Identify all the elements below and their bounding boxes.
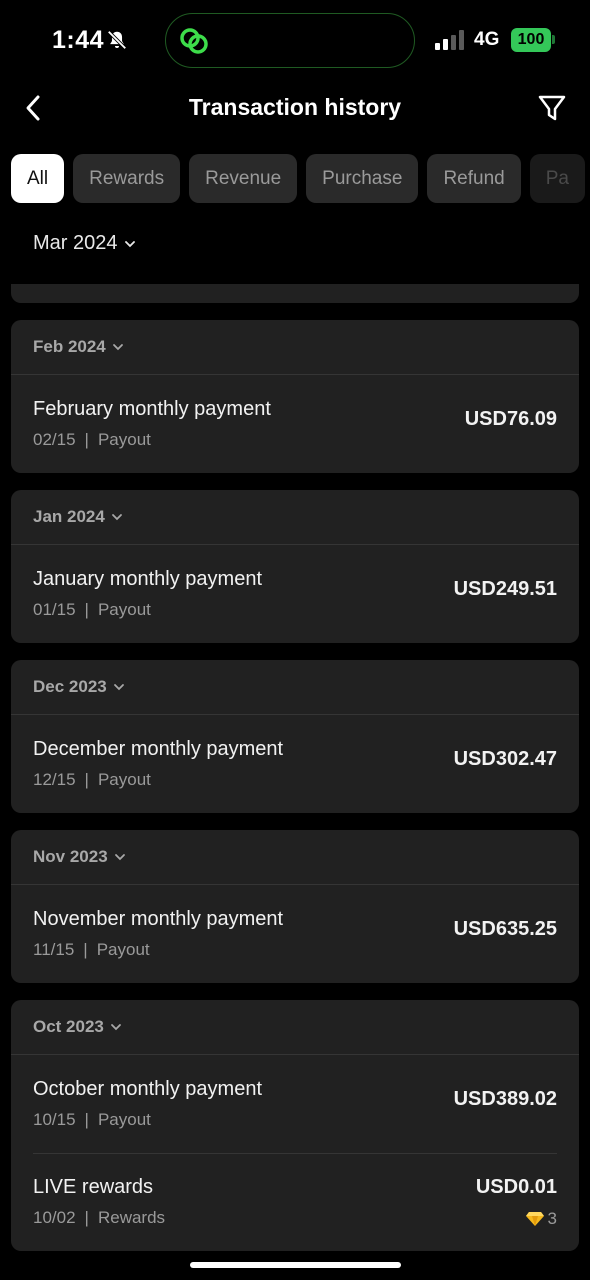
month-group-label: Oct 2023 (33, 1017, 104, 1036)
transaction-type: Payout (97, 770, 151, 789)
transaction-amount: USD635.25 (453, 918, 557, 940)
month-group: Nov 2023 November monthly payment 11/15 |… (11, 830, 579, 983)
chevron-down-icon (113, 684, 124, 691)
transaction-type: Payout (97, 430, 151, 449)
transaction-list: Feb 2024 February monthly payment 02/15 |… (11, 284, 579, 1280)
chevron-down-icon (124, 240, 135, 247)
chevron-down-icon (111, 514, 122, 521)
meta-separator: | (83, 940, 88, 959)
transaction-amount: USD302.47 (453, 748, 557, 770)
bell-off-icon (107, 30, 127, 50)
previous-card-edge (11, 284, 579, 303)
meta-separator: | (84, 430, 89, 449)
transaction-title: LIVE rewards (33, 1176, 154, 1198)
month-group-header[interactable]: Dec 2023 (11, 660, 579, 715)
transaction-title: November monthly payment (33, 908, 284, 930)
month-selector[interactable]: Mar 2024 (33, 232, 136, 255)
transaction-date: 10/02 (33, 1208, 76, 1227)
transaction-meta: 01/15 | Payout (33, 600, 151, 620)
diamond-icon (525, 1212, 544, 1226)
transaction-row[interactable]: January monthly payment 01/15 | Payout USD… (11, 545, 579, 643)
gem-count: 3 (525, 1209, 557, 1229)
month-group: Dec 2023 December monthly payment 12/15 |… (11, 660, 579, 813)
month-group: Feb 2024 February monthly payment 02/15 |… (11, 320, 579, 473)
transaction-date: 12/15 (33, 770, 76, 789)
filter-icon (538, 95, 566, 121)
month-group-header[interactable]: Oct 2023 (11, 1000, 579, 1055)
tab-rewards[interactable]: Rewards (73, 154, 181, 203)
transaction-title: January monthly payment (33, 568, 263, 590)
filter-tabs: All Rewards Revenue Purchase Refund Pa (11, 154, 590, 204)
link-icon (180, 28, 208, 54)
transaction-row[interactable]: February monthly payment 02/15 | Payout US… (11, 375, 579, 473)
network-type: 4G (474, 29, 500, 50)
signal-icon (435, 30, 464, 50)
month-group-label: Feb 2024 (33, 337, 106, 356)
meta-separator: | (84, 600, 89, 619)
transaction-meta: 12/15 | Payout (33, 770, 151, 790)
transaction-date: 11/15 (33, 940, 75, 959)
gem-count-value: 3 (547, 1209, 557, 1228)
transaction-row[interactable]: LIVE rewards 10/02 | Rewards USD0.01 3 (11, 1153, 579, 1251)
transaction-type: Payout (97, 600, 151, 619)
transaction-title: February monthly payment (33, 398, 271, 420)
transaction-date: 10/15 (33, 1110, 76, 1129)
chevron-down-icon (112, 344, 123, 351)
month-group-header[interactable]: Jan 2024 (11, 490, 579, 545)
transaction-title: December monthly payment (33, 738, 284, 760)
transaction-date: 02/15 (33, 430, 76, 449)
status-time: 1:44 (52, 26, 105, 54)
transaction-type: Payout (96, 940, 150, 959)
month-group-label: Jan 2024 (33, 507, 105, 526)
status-bar: 1:44 4G 100 (0, 0, 590, 80)
tab-purchase[interactable]: Purchase (306, 154, 419, 203)
transaction-meta: 11/15 | Payout (33, 940, 150, 960)
month-group: Jan 2024 January monthly payment 01/15 | P… (11, 490, 579, 643)
meta-separator: | (84, 770, 89, 789)
meta-separator: | (84, 1208, 89, 1227)
transaction-type: Rewards (97, 1208, 166, 1227)
month-group-label: Dec 2023 (33, 677, 107, 696)
transaction-amount: USD76.09 (464, 408, 557, 430)
month-group-label: Nov 2023 (33, 847, 108, 866)
chevron-down-icon (114, 854, 125, 861)
transaction-row[interactable]: November monthly payment 11/15 | Payout US… (11, 885, 579, 983)
month-group-header[interactable]: Nov 2023 (11, 830, 579, 885)
transaction-amount: USD249.51 (453, 578, 557, 600)
transaction-date: 01/15 (33, 600, 76, 619)
month-group: Oct 2023 October monthly payment 10/15 | P… (11, 1000, 579, 1251)
month-group-header[interactable]: Feb 2024 (11, 320, 579, 375)
page-title: Transaction history (188, 94, 402, 120)
transaction-type: Payout (97, 1110, 151, 1129)
transaction-amount: USD0.01 (475, 1176, 557, 1198)
transaction-title: October monthly payment (33, 1078, 262, 1100)
transaction-amount: USD389.02 (453, 1088, 557, 1110)
tab-revenue[interactable]: Revenue (189, 154, 298, 203)
header: Transaction history (0, 80, 590, 136)
transaction-meta: 10/02 | Rewards (33, 1208, 165, 1228)
meta-separator: | (84, 1110, 89, 1129)
chevron-down-icon (110, 1024, 121, 1031)
battery-cap (552, 35, 555, 44)
tab-all[interactable]: All (11, 154, 65, 203)
transaction-meta: 10/15 | Payout (33, 1110, 151, 1130)
transaction-meta: 02/15 | Payout (33, 430, 151, 450)
month-selector-label: Mar 2024 (33, 232, 118, 254)
transaction-row[interactable]: December monthly payment 12/15 | Payout US… (11, 715, 579, 813)
dynamic-island[interactable] (165, 13, 415, 68)
battery-indicator: 100 (511, 28, 551, 52)
transaction-row[interactable]: October monthly payment 10/15 | Payout USD… (11, 1055, 579, 1153)
tab-partial[interactable]: Pa (529, 154, 585, 203)
home-indicator[interactable] (190, 1262, 401, 1268)
filter-button[interactable] (536, 92, 568, 124)
tab-refund[interactable]: Refund (427, 154, 521, 203)
